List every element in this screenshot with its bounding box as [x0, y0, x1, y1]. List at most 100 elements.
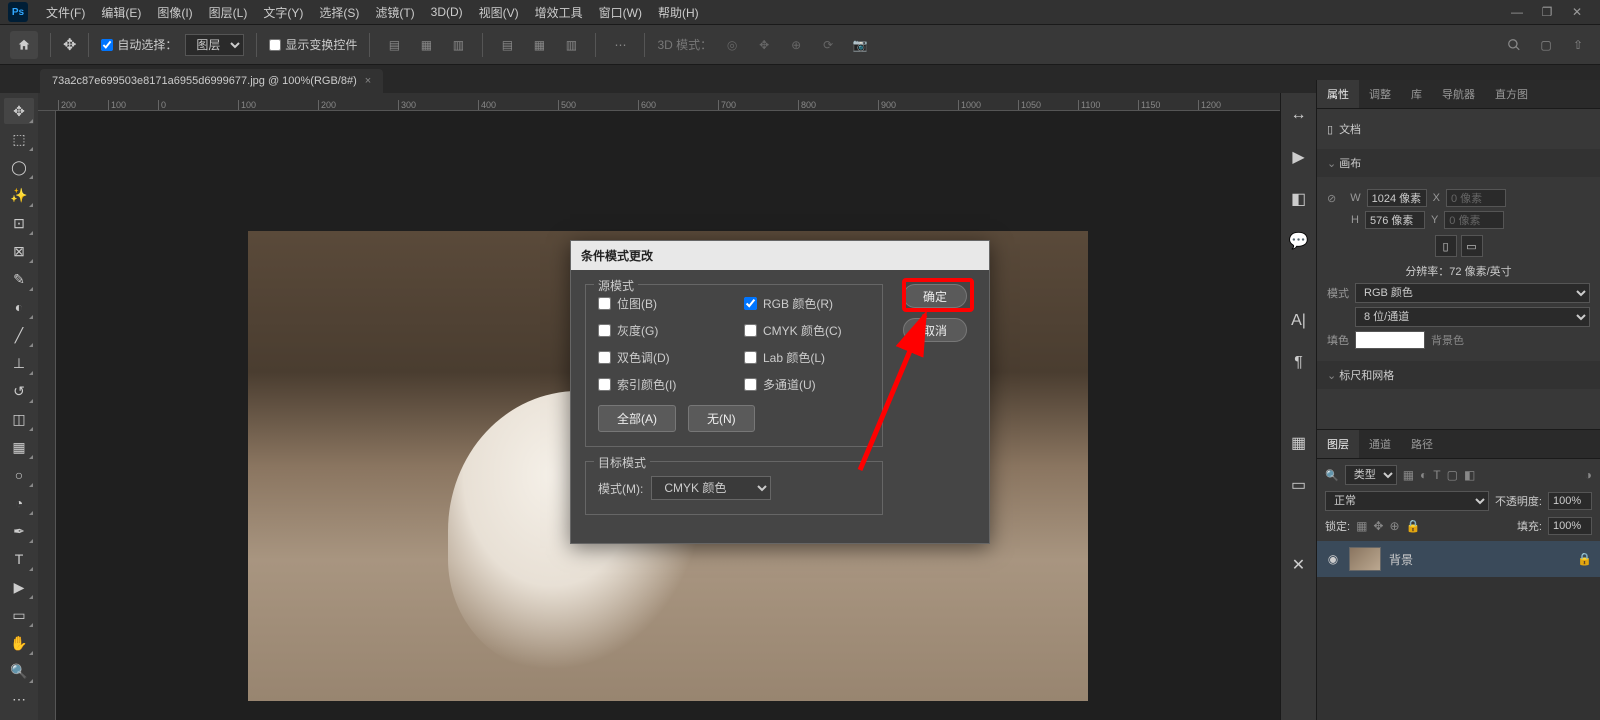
align-center-h-icon[interactable]: ▦ [414, 33, 438, 57]
filter-adjust-icon[interactable]: ◐ [1420, 468, 1427, 482]
eraser-tool[interactable]: ◫ [4, 406, 34, 432]
3d-slide-icon[interactable]: ⊕ [784, 33, 808, 57]
menu-view[interactable]: 视图(V) [471, 0, 527, 25]
show-transform-checkbox[interactable]: 显示变换控件 [269, 36, 357, 53]
tab-layers[interactable]: 图层 [1317, 430, 1359, 458]
orientation-portrait[interactable]: ▯ [1435, 235, 1457, 257]
crop-tool[interactable]: ⊡ [4, 210, 34, 236]
layer-visibility-icon[interactable]: ◉ [1325, 552, 1341, 566]
check-rgb[interactable]: RGB 颜色(R) [744, 295, 870, 312]
marquee-tool[interactable]: ⬚ [4, 126, 34, 152]
shape-tool[interactable]: ▭ [4, 602, 34, 628]
menu-window[interactable]: 窗口(W) [591, 0, 650, 25]
cancel-button[interactable]: 取消 [903, 318, 967, 342]
gradient-tool[interactable]: ▦ [4, 434, 34, 460]
menu-plugins[interactable]: 增效工具 [527, 0, 591, 25]
document-tab[interactable]: 73a2c87e699503e8171a6955d6999677.jpg @ 1… [40, 69, 383, 93]
lock-position-icon[interactable]: ✥ [1373, 519, 1383, 533]
tab-adjustments[interactable]: 调整 [1359, 80, 1401, 108]
select-all-button[interactable]: 全部(A) [598, 405, 676, 432]
filter-shape-icon[interactable]: ▢ [1447, 468, 1458, 482]
pen-tool[interactable]: ✒ [4, 518, 34, 544]
width-field[interactable] [1367, 189, 1427, 207]
window-maximize[interactable]: ❐ [1532, 2, 1562, 22]
magic-wand-tool[interactable]: ✨ [4, 182, 34, 208]
3d-camera-icon[interactable]: 📷 [848, 33, 872, 57]
blur-tool[interactable]: ○ [4, 462, 34, 488]
ok-button[interactable]: 确定 [903, 284, 967, 308]
check-duotone[interactable]: 双色调(D) [598, 349, 724, 366]
check-grayscale[interactable]: 灰度(G) [598, 322, 724, 339]
move-tool[interactable]: ✥ [4, 98, 34, 124]
layer-fill-field[interactable] [1548, 517, 1592, 535]
lock-pixels-icon[interactable]: ▦ [1356, 519, 1367, 533]
3d-orbit-icon[interactable]: ◎ [720, 33, 744, 57]
align-center-v-icon[interactable]: ▦ [527, 33, 551, 57]
lasso-tool[interactable]: ◯ [4, 154, 34, 180]
lock-artboard-icon[interactable]: ⊕ [1389, 519, 1399, 533]
tab-histogram[interactable]: 直方图 [1485, 80, 1538, 108]
tab-libraries[interactable]: 库 [1401, 80, 1432, 108]
paragraph-panel-icon[interactable]: ¶ [1287, 351, 1311, 375]
y-field[interactable] [1444, 211, 1504, 229]
clone-stamp-tool[interactable]: ⊥ [4, 350, 34, 376]
tab-paths[interactable]: 路径 [1401, 430, 1443, 458]
align-top-icon[interactable]: ▤ [495, 33, 519, 57]
auto-select-target[interactable]: 图层 [185, 34, 244, 56]
path-selection-tool[interactable]: ▶ [4, 574, 34, 600]
eyedropper-tool[interactable]: ✎ [4, 266, 34, 292]
layer-thumbnail[interactable] [1349, 547, 1381, 571]
select-none-button[interactable]: 无(N) [688, 405, 755, 432]
opacity-field[interactable] [1548, 492, 1592, 510]
window-minimize[interactable]: — [1502, 2, 1532, 22]
color-panel-icon[interactable]: ◧ [1287, 187, 1311, 211]
brushes-panel-icon[interactable]: ✕ [1287, 553, 1311, 577]
height-field[interactable] [1365, 211, 1425, 229]
check-cmyk[interactable]: CMYK 颜色(C) [744, 322, 870, 339]
check-lab[interactable]: Lab 颜色(L) [744, 349, 870, 366]
canvas-section-header[interactable]: 画布 [1317, 149, 1600, 177]
zoom-tool[interactable]: 🔍 [4, 658, 34, 684]
check-bitmap[interactable]: 位图(B) [598, 295, 724, 312]
actions-panel-icon[interactable]: ▶ [1287, 145, 1311, 169]
target-mode-select[interactable]: CMYK 颜色 [651, 476, 771, 500]
rulers-section-header[interactable]: 标尺和网格 [1317, 361, 1600, 389]
layer-locked-icon[interactable]: 🔒 [1577, 552, 1592, 566]
menu-3d[interactable]: 3D(D) [423, 1, 471, 23]
check-multichannel[interactable]: 多通道(U) [744, 376, 870, 393]
layer-item-background[interactable]: ◉ 背景 🔒 [1317, 541, 1600, 577]
x-field[interactable] [1446, 189, 1506, 207]
tab-navigator[interactable]: 导航器 [1432, 80, 1485, 108]
link-dimensions-icon[interactable]: ⊘ [1327, 192, 1336, 205]
orientation-landscape[interactable]: ▭ [1461, 235, 1483, 257]
workspace-icon[interactable]: ▢ [1534, 33, 1558, 57]
align-right-icon[interactable]: ▥ [446, 33, 470, 57]
menu-help[interactable]: 帮助(H) [650, 0, 707, 25]
type-tool[interactable]: T [4, 546, 34, 572]
dialog-title[interactable]: 条件模式更改 [571, 241, 989, 270]
menu-layer[interactable]: 图层(L) [201, 0, 256, 25]
bit-depth-select[interactable]: 8 位/通道 [1355, 307, 1590, 327]
tab-properties[interactable]: 属性 [1317, 80, 1359, 108]
blend-mode-select[interactable]: 正常 [1325, 491, 1489, 511]
history-brush-tool[interactable]: ↺ [4, 378, 34, 404]
frame-tool[interactable]: ⊠ [4, 238, 34, 264]
filter-type-icon[interactable]: T [1433, 468, 1440, 482]
color-mode-select[interactable]: RGB 颜色 [1355, 283, 1590, 303]
edit-toolbar[interactable]: ⋯ [4, 686, 34, 712]
3d-pan-icon[interactable]: ✥ [752, 33, 776, 57]
menu-edit[interactable]: 编辑(E) [93, 0, 149, 25]
healing-brush-tool[interactable]: ◐ [4, 294, 34, 320]
hand-tool[interactable]: ✋ [4, 630, 34, 656]
3d-scale-icon[interactable]: ⟳ [816, 33, 840, 57]
layer-filter-kind[interactable]: 类型 [1345, 465, 1397, 485]
menu-image[interactable]: 图像(I) [149, 0, 200, 25]
character-panel-icon[interactable]: A| [1287, 309, 1311, 333]
fill-color-swatch[interactable] [1355, 331, 1425, 349]
menu-select[interactable]: 选择(S) [311, 0, 367, 25]
menu-filter[interactable]: 滤镜(T) [367, 0, 422, 25]
comments-panel-icon[interactable]: 💬 [1287, 229, 1311, 253]
lock-all-icon[interactable]: 🔒 [1406, 519, 1421, 533]
menu-file[interactable]: 文件(F) [38, 0, 93, 25]
filter-smart-icon[interactable]: ◧ [1464, 468, 1475, 482]
